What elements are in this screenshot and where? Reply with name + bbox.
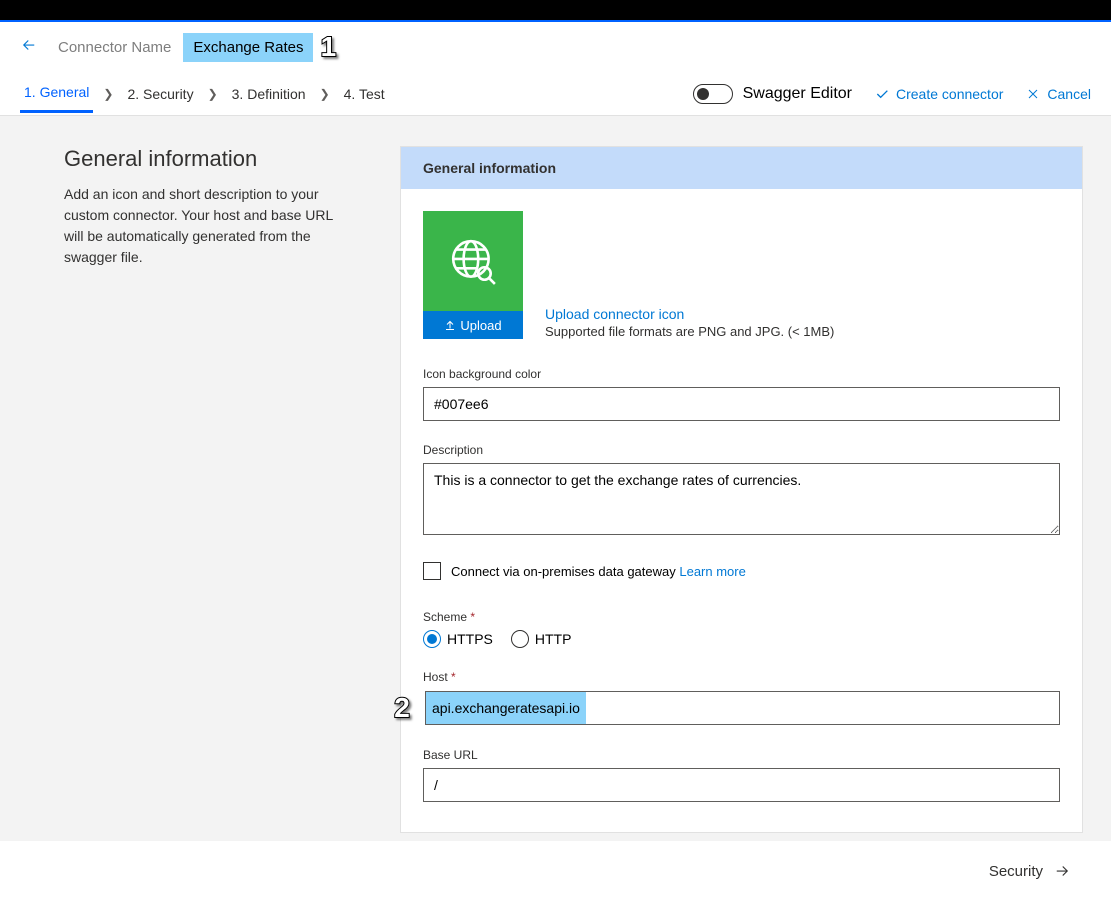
- cancel-button[interactable]: Cancel: [1025, 86, 1091, 102]
- step-general[interactable]: 1. General: [20, 74, 93, 113]
- section-description: Add an icon and short description to you…: [64, 184, 340, 268]
- gateway-label: Connect via on-premises data gateway Lea…: [451, 564, 746, 579]
- step-bar: 1. General ❯ 2. Security ❯ 3. Definition…: [0, 72, 1111, 116]
- callout-1: 1: [315, 29, 341, 65]
- upload-icon-hint: Supported file formats are PNG and JPG. …: [545, 324, 834, 339]
- general-panel: General information: [400, 146, 1083, 833]
- learn-more-link[interactable]: Learn more: [679, 564, 745, 579]
- next-step-button[interactable]: Security: [989, 862, 1071, 880]
- icon-info: Upload connector icon Supported file for…: [545, 306, 834, 339]
- scheme-https-radio[interactable]: HTTPS: [423, 630, 493, 648]
- swagger-label: Swagger Editor: [743, 85, 852, 103]
- swagger-toggle[interactable]: Swagger Editor: [693, 84, 852, 104]
- bg-color-input[interactable]: [423, 387, 1060, 421]
- header: Connector Name Exchange Rates 1: [0, 22, 1111, 72]
- callout-2: 2: [389, 690, 415, 726]
- left-panel: General information Add an icon and shor…: [0, 116, 400, 841]
- connector-icon-preview: [423, 211, 523, 311]
- icon-upload-box: Upload: [423, 211, 523, 339]
- host-label: Host *: [423, 670, 1060, 684]
- description-label: Description: [423, 443, 1060, 457]
- window-titlebar: [0, 0, 1111, 22]
- connector-name-label: Connector Name: [58, 39, 171, 56]
- upload-button[interactable]: Upload: [423, 311, 523, 339]
- scheme-label: Scheme *: [423, 610, 1060, 624]
- step-security[interactable]: 2. Security: [123, 76, 197, 112]
- step-definition[interactable]: 3. Definition: [228, 76, 310, 112]
- baseurl-label: Base URL: [423, 748, 1060, 762]
- description-input[interactable]: [423, 463, 1060, 535]
- bg-color-label: Icon background color: [423, 367, 1060, 381]
- create-connector-button[interactable]: Create connector: [874, 86, 1003, 102]
- footer-bar: Security: [0, 841, 1111, 901]
- chevron-icon: ❯: [103, 87, 113, 101]
- chevron-icon: ❯: [208, 87, 218, 101]
- right-panel: General information: [400, 116, 1111, 841]
- back-button[interactable]: [20, 36, 38, 59]
- scheme-http-radio[interactable]: HTTP: [511, 630, 572, 648]
- step-test[interactable]: 4. Test: [340, 76, 389, 112]
- gateway-checkbox[interactable]: [423, 562, 441, 580]
- main-content: General information Add an icon and shor…: [0, 116, 1111, 841]
- section-title: General information: [64, 146, 340, 172]
- baseurl-input[interactable]: [423, 768, 1060, 802]
- panel-header: General information: [401, 147, 1082, 189]
- chevron-icon: ❯: [320, 87, 330, 101]
- connector-name-value[interactable]: Exchange Rates: [183, 33, 313, 62]
- host-input[interactable]: [425, 691, 1060, 725]
- upload-icon-link[interactable]: Upload connector icon: [545, 306, 834, 322]
